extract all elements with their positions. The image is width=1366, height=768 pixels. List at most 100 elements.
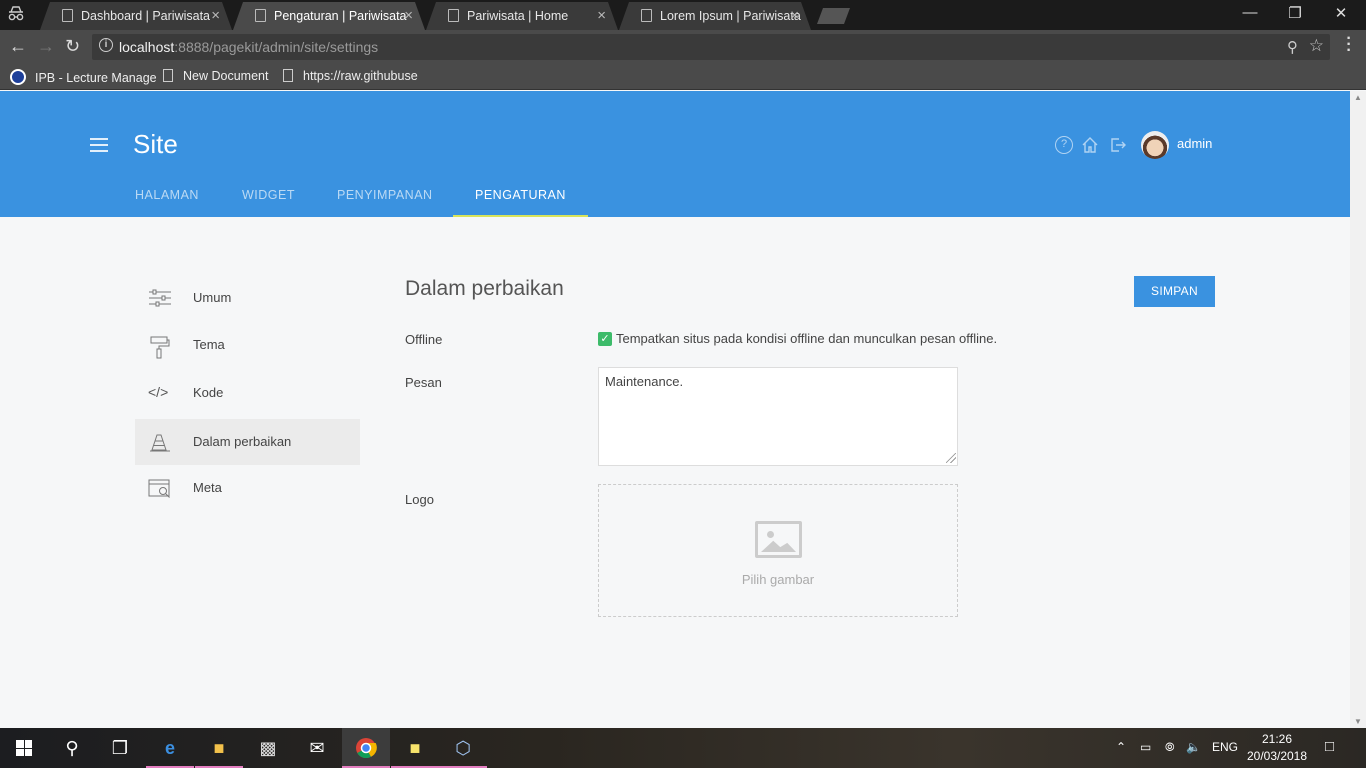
sidebar-item-kode[interactable]: </> Kode	[135, 370, 360, 416]
bookmark-item[interactable]: https://raw.githubuse	[283, 69, 418, 83]
restore-button[interactable]: ❐	[1272, 4, 1318, 26]
close-tab-icon[interactable]: ×	[597, 7, 606, 24]
help-icon[interactable]: ?	[1055, 136, 1073, 154]
sticky-notes-icon[interactable]: ■	[391, 728, 439, 768]
code-icon: </>	[148, 384, 169, 400]
page-icon	[641, 9, 652, 22]
page-scrollbar[interactable]: ▲ ▼	[1350, 91, 1366, 728]
back-arrow-icon[interactable]: ←	[9, 36, 27, 57]
close-tab-icon[interactable]: ×	[211, 7, 220, 24]
close-window-button[interactable]: ✕	[1318, 4, 1364, 26]
page-icon	[255, 9, 266, 22]
tab-pengaturan[interactable]: PENGATURAN	[453, 181, 588, 217]
tab-label: Pengaturan | Pariwisata	[274, 9, 407, 23]
chevron-up-icon[interactable]: ⌃	[1116, 740, 1126, 754]
wifi-icon[interactable]: ⦾	[1165, 740, 1175, 755]
site-header: Site ? admin HALAMAN WIDGET PENYIMPANAN …	[0, 91, 1350, 217]
battery-icon[interactable]: ▭	[1140, 740, 1151, 754]
resize-handle-icon[interactable]	[946, 453, 956, 463]
chrome-icon[interactable]	[342, 728, 390, 768]
offline-checkbox[interactable]: ✓	[598, 332, 612, 346]
menu-icon[interactable]	[90, 138, 108, 152]
language-indicator[interactable]: ENG	[1212, 740, 1238, 754]
new-tab-button[interactable]	[817, 8, 850, 24]
browser-tab[interactable]: Dashboard | Pariwisata ×	[40, 2, 232, 30]
browser-tab[interactable]: Pariwisata | Home ×	[426, 2, 618, 30]
store-icon[interactable]: ▩	[244, 728, 292, 768]
save-button[interactable]: SIMPAN	[1134, 276, 1215, 307]
mail-icon[interactable]: ✉	[293, 728, 341, 768]
browser-search-icon	[148, 479, 172, 498]
bookmark-star-icon[interactable]: ☆	[1309, 36, 1324, 56]
url-text[interactable]: localhost:8888/pagekit/admin/site/settin…	[119, 39, 378, 55]
bookmark-item[interactable]: New Document	[163, 69, 268, 83]
page-icon	[163, 69, 173, 82]
minimize-button[interactable]: —	[1227, 4, 1273, 26]
ipb-logo-icon	[10, 69, 26, 85]
bookmarks-bar: IPB - Lecture Manage New Document https:…	[0, 64, 1366, 90]
tab-widget[interactable]: WIDGET	[220, 181, 317, 217]
pick-image-label[interactable]: Pilih gambar	[599, 572, 957, 587]
close-tab-icon[interactable]: ×	[790, 7, 799, 24]
reload-icon[interactable]: ↻	[65, 36, 80, 57]
browser-toolbar: ← → ↻ i localhost:8888/pagekit/admin/sit…	[0, 30, 1366, 64]
paint-roller-icon	[148, 336, 172, 359]
windows-logo-icon	[16, 740, 32, 756]
logout-icon[interactable]	[1109, 136, 1127, 154]
traffic-cone-icon	[148, 433, 172, 452]
browser-menu-icon[interactable]: · · ·	[1344, 31, 1354, 59]
page-title: Site	[133, 129, 178, 159]
sidebar-item-tema[interactable]: Tema	[135, 322, 360, 368]
browser-titlebar: Dashboard | Pariwisata × Pengaturan | Pa…	[0, 0, 1366, 30]
tab-label: Pariwisata | Home	[467, 9, 569, 23]
clock-date: 20/03/2018	[1246, 749, 1308, 763]
avatar[interactable]	[1141, 131, 1169, 159]
search-icon[interactable]: ⚲	[48, 728, 96, 768]
page-icon	[62, 9, 73, 22]
logo-label: Logo	[405, 492, 434, 507]
scroll-up-icon[interactable]: ▲	[1354, 93, 1362, 102]
tab-halaman[interactable]: HALAMAN	[113, 181, 221, 217]
browser-tab[interactable]: Lorem Ipsum | Pariwisata ×	[619, 2, 811, 30]
page-icon	[283, 69, 293, 82]
sidebar-item-label: Umum	[193, 290, 232, 305]
incognito-icon	[6, 6, 26, 24]
volume-icon[interactable]: 🔈	[1186, 740, 1201, 754]
message-textarea[interactable]: Maintenance.	[598, 367, 958, 466]
scroll-down-icon[interactable]: ▼	[1354, 717, 1362, 726]
address-bar[interactable]: i localhost:8888/pagekit/admin/site/sett…	[92, 34, 1330, 60]
page-icon	[448, 9, 459, 22]
tab-label: Lorem Ipsum | Pariwisata	[660, 9, 801, 23]
offline-checkbox-label[interactable]: Tempatkan situs pada kondisi offline dan…	[616, 331, 997, 346]
tab-penyimpanan[interactable]: PENYIMPANAN	[315, 181, 455, 217]
sidebar-item-label: Kode	[193, 385, 224, 400]
user-name[interactable]: admin	[1177, 136, 1212, 151]
windows-taskbar: ⚲ ❐ e ■ ▩ ✉ ■ ⬡ ⌃ ▭ ⦾ 🔈 ENG 21:26 20/03/…	[0, 728, 1366, 768]
sidebar-item-dalam-perbaikan[interactable]: Dalam perbaikan	[135, 419, 360, 465]
start-button[interactable]	[0, 728, 48, 768]
bookmark-item[interactable]: IPB - Lecture Manage	[10, 69, 157, 85]
file-explorer-icon[interactable]: ■	[195, 728, 243, 768]
sidebar-item-label: Meta	[193, 480, 222, 495]
page-content: Site ? admin HALAMAN WIDGET PENYIMPANAN …	[0, 91, 1350, 728]
clock-time: 21:26	[1261, 732, 1293, 746]
task-view-icon[interactable]: ❐	[96, 728, 144, 768]
sliders-icon	[148, 289, 172, 307]
section-title: Dalam perbaikan	[405, 277, 564, 300]
zoom-icon[interactable]: ⚲	[1287, 38, 1298, 56]
forward-arrow-icon[interactable]: →	[37, 36, 55, 57]
sidebar-item-label: Dalam perbaikan	[193, 434, 292, 449]
close-tab-icon[interactable]: ×	[404, 7, 413, 24]
home-icon[interactable]	[1081, 136, 1099, 154]
sidebar-item-umum[interactable]: Umum	[135, 275, 360, 321]
sidebar-item-meta[interactable]: Meta	[135, 465, 360, 511]
logo-picker[interactable]: Pilih gambar	[598, 484, 958, 617]
notifications-icon[interactable]: □	[1325, 738, 1334, 755]
virtualbox-icon[interactable]: ⬡	[439, 728, 487, 768]
info-icon[interactable]: i	[99, 38, 113, 52]
message-label: Pesan	[405, 375, 442, 390]
edge-icon[interactable]: e	[146, 728, 194, 768]
offline-label: Offline	[405, 332, 443, 347]
browser-tab-active[interactable]: Pengaturan | Pariwisata ×	[233, 2, 425, 30]
taskbar-clock[interactable]: 21:26 20/03/2018	[1245, 731, 1309, 765]
